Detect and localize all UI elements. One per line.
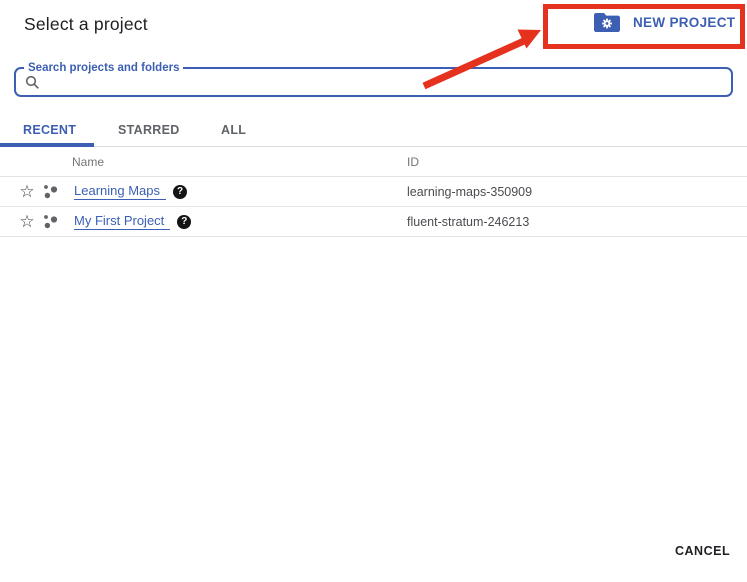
column-header-name: Name: [72, 155, 104, 169]
project-icon: [42, 214, 59, 230]
help-icon[interactable]: ?: [177, 215, 191, 229]
search-icon: [25, 75, 40, 90]
new-project-button[interactable]: NEW PROJECT: [594, 13, 735, 32]
tab-recent[interactable]: RECENT: [23, 123, 76, 137]
page-title: Select a project: [24, 14, 148, 35]
tab-starred[interactable]: STARRED: [118, 123, 180, 137]
table-row[interactable]: ☆ My First Project ? fluent-stratum-2462…: [0, 207, 747, 237]
column-header-id: ID: [407, 155, 419, 169]
search-field[interactable]: Search projects and folders: [14, 67, 733, 97]
project-link[interactable]: My First Project: [74, 213, 170, 230]
star-icon[interactable]: ☆: [18, 183, 36, 200]
help-icon[interactable]: ?: [173, 185, 187, 199]
table-row[interactable]: ☆ Learning Maps ? learning-maps-350909: [0, 177, 747, 207]
project-id: learning-maps-350909: [407, 185, 532, 199]
search-input[interactable]: [46, 71, 728, 95]
project-icon: [42, 184, 59, 200]
folder-gear-icon: [594, 13, 620, 32]
tab-all[interactable]: ALL: [221, 123, 246, 137]
new-project-label: NEW PROJECT: [633, 15, 735, 30]
project-id: fluent-stratum-246213: [407, 215, 529, 229]
project-link[interactable]: Learning Maps: [74, 183, 166, 200]
cancel-button[interactable]: CANCEL: [675, 544, 730, 558]
star-icon[interactable]: ☆: [18, 213, 36, 230]
table-header-row: Name ID: [0, 147, 747, 177]
